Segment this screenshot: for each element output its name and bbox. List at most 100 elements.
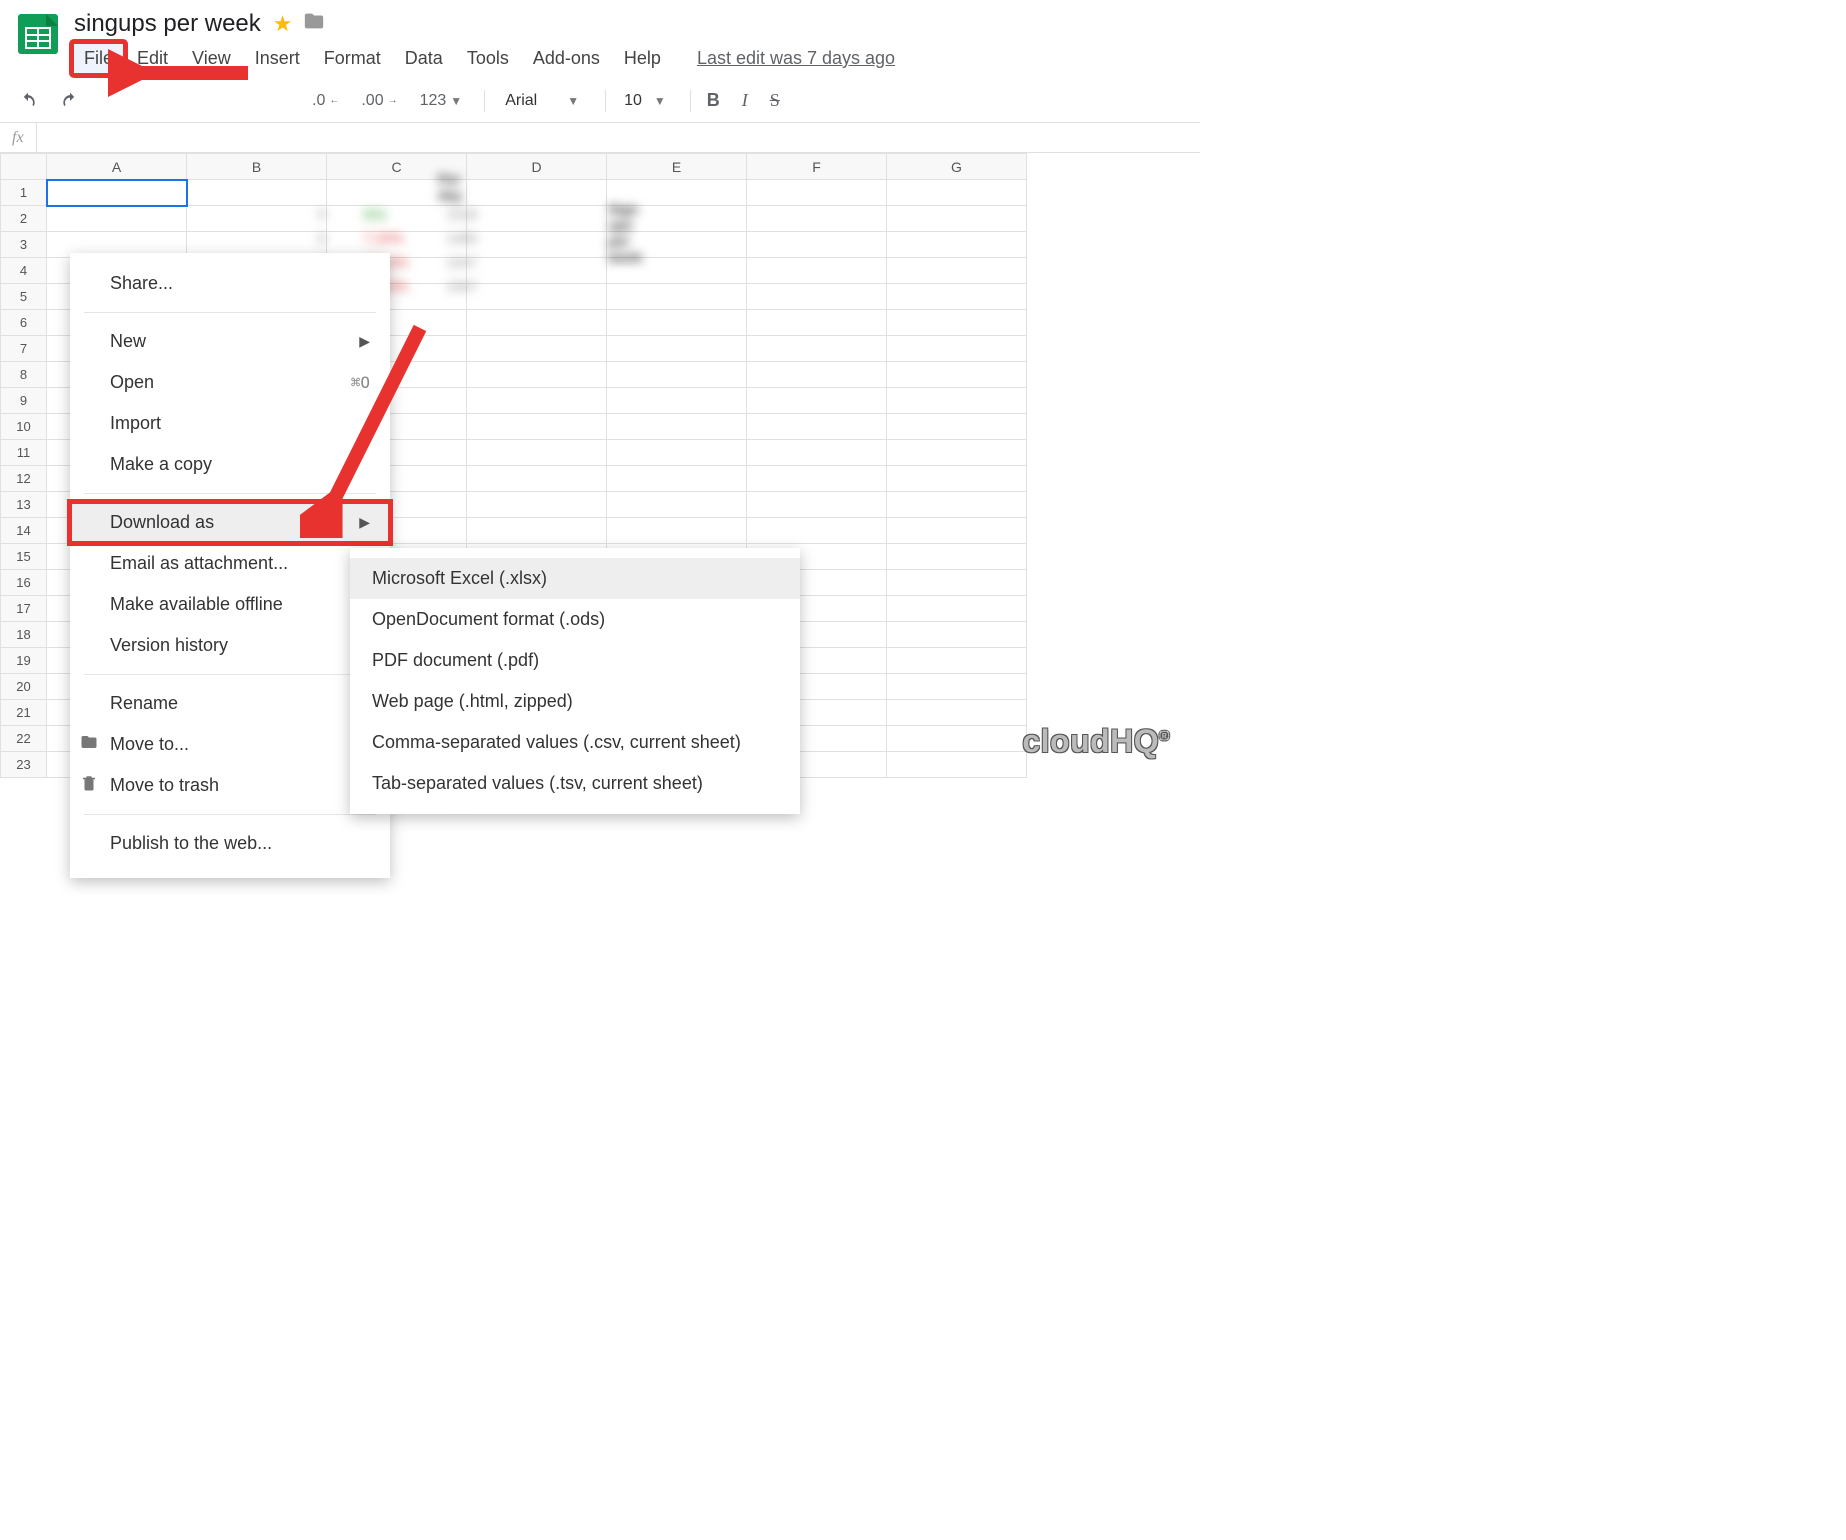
cell[interactable] [47,206,187,232]
cell[interactable] [467,336,607,362]
cell[interactable] [467,440,607,466]
row-10[interactable]: 10 [1,414,47,440]
download-csv[interactable]: Comma-separated values (.csv, current sh… [350,722,800,763]
redo-button[interactable] [54,87,86,115]
download-xlsx[interactable]: Microsoft Excel (.xlsx) [350,558,800,599]
cell[interactable] [607,284,747,310]
menu-tools[interactable]: Tools [455,42,521,75]
cell[interactable] [467,310,607,336]
cell[interactable] [747,518,887,544]
row-23[interactable]: 23 [1,752,47,778]
cell[interactable] [747,180,887,206]
cell[interactable] [607,362,747,388]
cell[interactable] [747,466,887,492]
cell[interactable] [747,310,887,336]
cell[interactable] [887,752,1027,778]
row-19[interactable]: 19 [1,648,47,674]
cell[interactable] [747,232,887,258]
cell[interactable] [607,310,747,336]
row-8[interactable]: 8 [1,362,47,388]
download-ods[interactable]: OpenDocument format (.ods) [350,599,800,640]
row-16[interactable]: 16 [1,570,47,596]
col-D[interactable]: D [467,154,607,180]
cell[interactable] [887,310,1027,336]
select-all-corner[interactable] [1,154,47,180]
col-B[interactable]: B [187,154,327,180]
menu-data[interactable]: Data [393,42,455,75]
cell[interactable] [887,700,1027,726]
row-11[interactable]: 11 [1,440,47,466]
font-selector[interactable]: Arial▼ [495,88,589,114]
last-edit-link[interactable]: Last edit was 7 days ago [697,48,895,69]
row-12[interactable]: 12 [1,466,47,492]
cell[interactable] [747,362,887,388]
row-18[interactable]: 18 [1,622,47,648]
menu-help[interactable]: Help [612,42,673,75]
cell[interactable] [607,414,747,440]
cell[interactable] [747,440,887,466]
cell[interactable] [467,388,607,414]
file-move-to-trash[interactable]: Move to trash [70,765,390,806]
font-size-selector[interactable]: 10▼ [616,88,674,114]
row-7[interactable]: 7 [1,336,47,362]
cell[interactable] [887,518,1027,544]
cell[interactable] [747,258,887,284]
row-9[interactable]: 9 [1,388,47,414]
cell[interactable] [747,492,887,518]
row-21[interactable]: 21 [1,700,47,726]
cell[interactable] [747,284,887,310]
cell[interactable] [607,518,747,544]
cell[interactable] [887,180,1027,206]
file-email-attachment[interactable]: Email as attachment... [70,543,390,584]
download-html[interactable]: Web page (.html, zipped) [350,681,800,722]
cell[interactable] [467,362,607,388]
folder-icon[interactable] [303,10,325,38]
bold-button[interactable]: B [701,86,726,115]
formula-bar[interactable]: fx [0,123,1200,153]
cell[interactable] [467,518,607,544]
italic-button[interactable]: I [736,86,754,115]
row-4[interactable]: 4 [1,258,47,284]
menu-format[interactable]: Format [312,42,393,75]
menu-addons[interactable]: Add-ons [521,42,612,75]
cell[interactable] [887,388,1027,414]
strike-button[interactable]: S [764,86,786,115]
download-tsv[interactable]: Tab-separated values (.tsv, current shee… [350,763,800,804]
cell[interactable] [887,466,1027,492]
cell[interactable] [467,492,607,518]
cell[interactable] [887,440,1027,466]
cell[interactable] [887,674,1027,700]
cell[interactable] [887,492,1027,518]
row-14[interactable]: 14 [1,518,47,544]
file-version-history[interactable]: Version history▶ [70,625,390,666]
cell[interactable] [747,206,887,232]
cell[interactable] [747,336,887,362]
cell[interactable] [887,596,1027,622]
cell[interactable] [887,258,1027,284]
cell[interactable] [467,466,607,492]
file-share[interactable]: Share... [70,263,390,304]
cell[interactable] [887,362,1027,388]
row-15[interactable]: 15 [1,544,47,570]
cell[interactable] [887,726,1027,752]
cell[interactable] [887,544,1027,570]
undo-button[interactable] [12,87,44,115]
row-13[interactable]: 13 [1,492,47,518]
cell[interactable] [887,622,1027,648]
file-available-offline[interactable]: Make available offline [70,584,390,625]
col-E[interactable]: E [607,154,747,180]
cell[interactable] [607,336,747,362]
row-5[interactable]: 5 [1,284,47,310]
cell[interactable] [887,570,1027,596]
row-17[interactable]: 17 [1,596,47,622]
increase-decimal-button[interactable]: .00→ [355,88,403,114]
cell[interactable] [607,388,747,414]
cell[interactable] [887,336,1027,362]
col-F[interactable]: F [747,154,887,180]
cell[interactable] [607,492,747,518]
cell[interactable] [607,466,747,492]
file-rename[interactable]: Rename [70,683,390,724]
document-title[interactable]: singups per week [72,8,263,40]
cell[interactable] [47,180,187,206]
decrease-decimal-button[interactable]: .0← [306,88,345,114]
